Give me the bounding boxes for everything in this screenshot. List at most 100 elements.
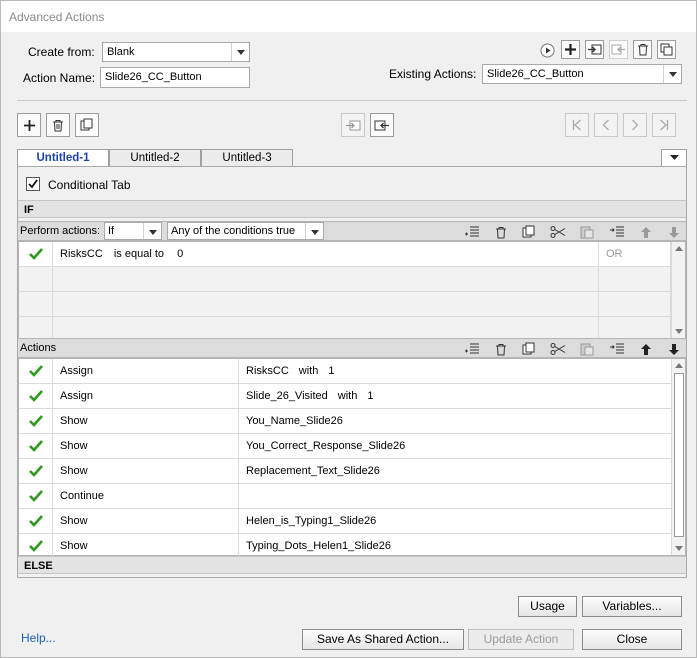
delete-decision-button[interactable]: [46, 113, 70, 137]
scroll-down-icon[interactable]: [675, 329, 683, 334]
duplicate-icon[interactable]: [521, 341, 537, 357]
insert-icon[interactable]: [609, 224, 625, 240]
action-target[interactable]: [239, 484, 671, 509]
prev-tab-button[interactable]: [594, 113, 618, 137]
scissors-icon[interactable]: [550, 341, 566, 357]
scroll-thumb[interactable]: [674, 373, 684, 537]
trash-icon[interactable]: [493, 341, 509, 357]
play-icon[interactable]: [539, 42, 555, 58]
table-row[interactable]: RisksCC is equal to 0 OR: [19, 242, 671, 267]
condition-variable: RisksCC: [60, 248, 103, 260]
next-tab-button[interactable]: [623, 113, 647, 137]
insert-icon[interactable]: [609, 341, 625, 357]
condition-expression[interactable]: [53, 317, 599, 338]
tab-untitled-2[interactable]: Untitled-2: [109, 149, 201, 167]
usage-button[interactable]: Usage: [518, 596, 577, 617]
check-icon: [28, 179, 38, 189]
create-from-select[interactable]: Blank: [102, 42, 250, 62]
existing-actions-select[interactable]: Slide26_CC_Button: [482, 64, 682, 84]
export-icon: [611, 44, 625, 55]
action-with-label: with: [298, 365, 319, 377]
action-target-name: You_Name_Slide26: [246, 415, 343, 427]
condition-logic[interactable]: [599, 317, 671, 338]
action-command[interactable]: Show: [53, 509, 239, 534]
trash-icon[interactable]: [493, 224, 509, 240]
export-action-button[interactable]: [609, 40, 628, 59]
existing-actions-value: Slide26_CC_Button: [487, 68, 584, 80]
close-button[interactable]: Close: [582, 629, 682, 650]
condition-logic[interactable]: [599, 267, 671, 292]
table-row[interactable]: Show You_Correct_Response_Slide26: [19, 434, 671, 459]
help-link[interactable]: Help...: [21, 631, 56, 645]
export-decision-button[interactable]: [370, 113, 394, 137]
import-decision-button[interactable]: [341, 113, 365, 137]
action-command[interactable]: Show: [53, 409, 239, 434]
tab-untitled-3[interactable]: Untitled-3: [201, 149, 293, 167]
table-row[interactable]: Assign RisksCC with 1: [19, 359, 671, 384]
update-action-button[interactable]: Update Action: [468, 629, 574, 650]
action-target[interactable]: RisksCC with 1: [239, 359, 671, 384]
arrow-up-icon[interactable]: [638, 224, 654, 240]
add-decision-button[interactable]: [17, 113, 41, 137]
duplicate-icon[interactable]: [521, 224, 537, 240]
table-row[interactable]: Show Helen_is_Typing1_Slide26: [19, 509, 671, 534]
actions-scrollbar[interactable]: [671, 359, 685, 555]
prev-icon: [602, 119, 609, 131]
duplicate-decision-button[interactable]: [75, 113, 99, 137]
action-target[interactable]: Slide_26_Visited with 1: [239, 384, 671, 409]
condition-expression[interactable]: [53, 267, 599, 292]
scroll-up-icon[interactable]: [675, 363, 683, 368]
last-tab-button[interactable]: [652, 113, 676, 137]
condition-expression[interactable]: RisksCC is equal to 0: [53, 242, 599, 267]
action-command[interactable]: Show: [53, 459, 239, 484]
scroll-up-icon[interactable]: [675, 246, 683, 251]
table-row[interactable]: [19, 317, 671, 338]
save-as-shared-action-button[interactable]: Save As Shared Action...: [302, 629, 464, 650]
action-target[interactable]: You_Correct_Response_Slide26: [239, 434, 671, 459]
action-command[interactable]: Show: [53, 434, 239, 459]
import-icon: [588, 44, 602, 55]
first-tab-button[interactable]: [565, 113, 589, 137]
table-row[interactable]: Show Replacement_Text_Slide26: [19, 459, 671, 484]
arrow-down-icon[interactable]: [666, 341, 682, 357]
action-target[interactable]: You_Name_Slide26: [239, 409, 671, 434]
action-command[interactable]: Assign: [53, 384, 239, 409]
table-row[interactable]: [19, 267, 671, 292]
action-target[interactable]: Helen_is_Typing1_Slide26: [239, 509, 671, 534]
insert-icon[interactable]: [464, 341, 480, 357]
paste-icon[interactable]: [579, 224, 595, 240]
conditional-tab-checkbox[interactable]: [26, 177, 40, 191]
condition-mode-select[interactable]: Any of the conditions true: [167, 222, 324, 240]
condition-operator: is equal to: [113, 248, 164, 260]
conditions-toolbar: Perform actions: If Any of the condition…: [18, 221, 686, 241]
table-row[interactable]: Show You_Name_Slide26: [19, 409, 671, 434]
arrow-down-icon[interactable]: [666, 224, 682, 240]
action-command[interactable]: Assign: [53, 359, 239, 384]
row-status: [19, 509, 53, 534]
condition-logic[interactable]: OR: [599, 242, 671, 267]
scroll-down-icon[interactable]: [675, 546, 683, 551]
arrow-up-icon[interactable]: [638, 341, 654, 357]
table-row[interactable]: [19, 292, 671, 317]
tab-untitled-1[interactable]: Untitled-1: [17, 149, 109, 167]
import-action-button[interactable]: [585, 40, 604, 59]
table-row[interactable]: Continue: [19, 484, 671, 509]
table-row[interactable]: Assign Slide_26_Visited with 1: [19, 384, 671, 409]
paste-icon[interactable]: [579, 341, 595, 357]
variables-button[interactable]: Variables...: [582, 596, 682, 617]
action-name-input[interactable]: Slide26_CC_Button: [100, 67, 250, 88]
condition-expression[interactable]: [53, 292, 599, 317]
plus-icon: [23, 119, 35, 131]
tabs-dropdown-button[interactable]: [661, 149, 687, 167]
condition-type-select[interactable]: If: [104, 222, 162, 240]
duplicate-action-button[interactable]: [657, 40, 676, 59]
action-command[interactable]: Continue: [53, 484, 239, 509]
condition-logic[interactable]: [599, 292, 671, 317]
conditions-scrollbar[interactable]: [671, 242, 685, 338]
check-icon: [29, 465, 43, 477]
delete-action-button[interactable]: [633, 40, 652, 59]
action-target[interactable]: Replacement_Text_Slide26: [239, 459, 671, 484]
scissors-icon[interactable]: [550, 224, 566, 240]
insert-icon[interactable]: [464, 224, 480, 240]
add-action-button[interactable]: [561, 40, 580, 59]
